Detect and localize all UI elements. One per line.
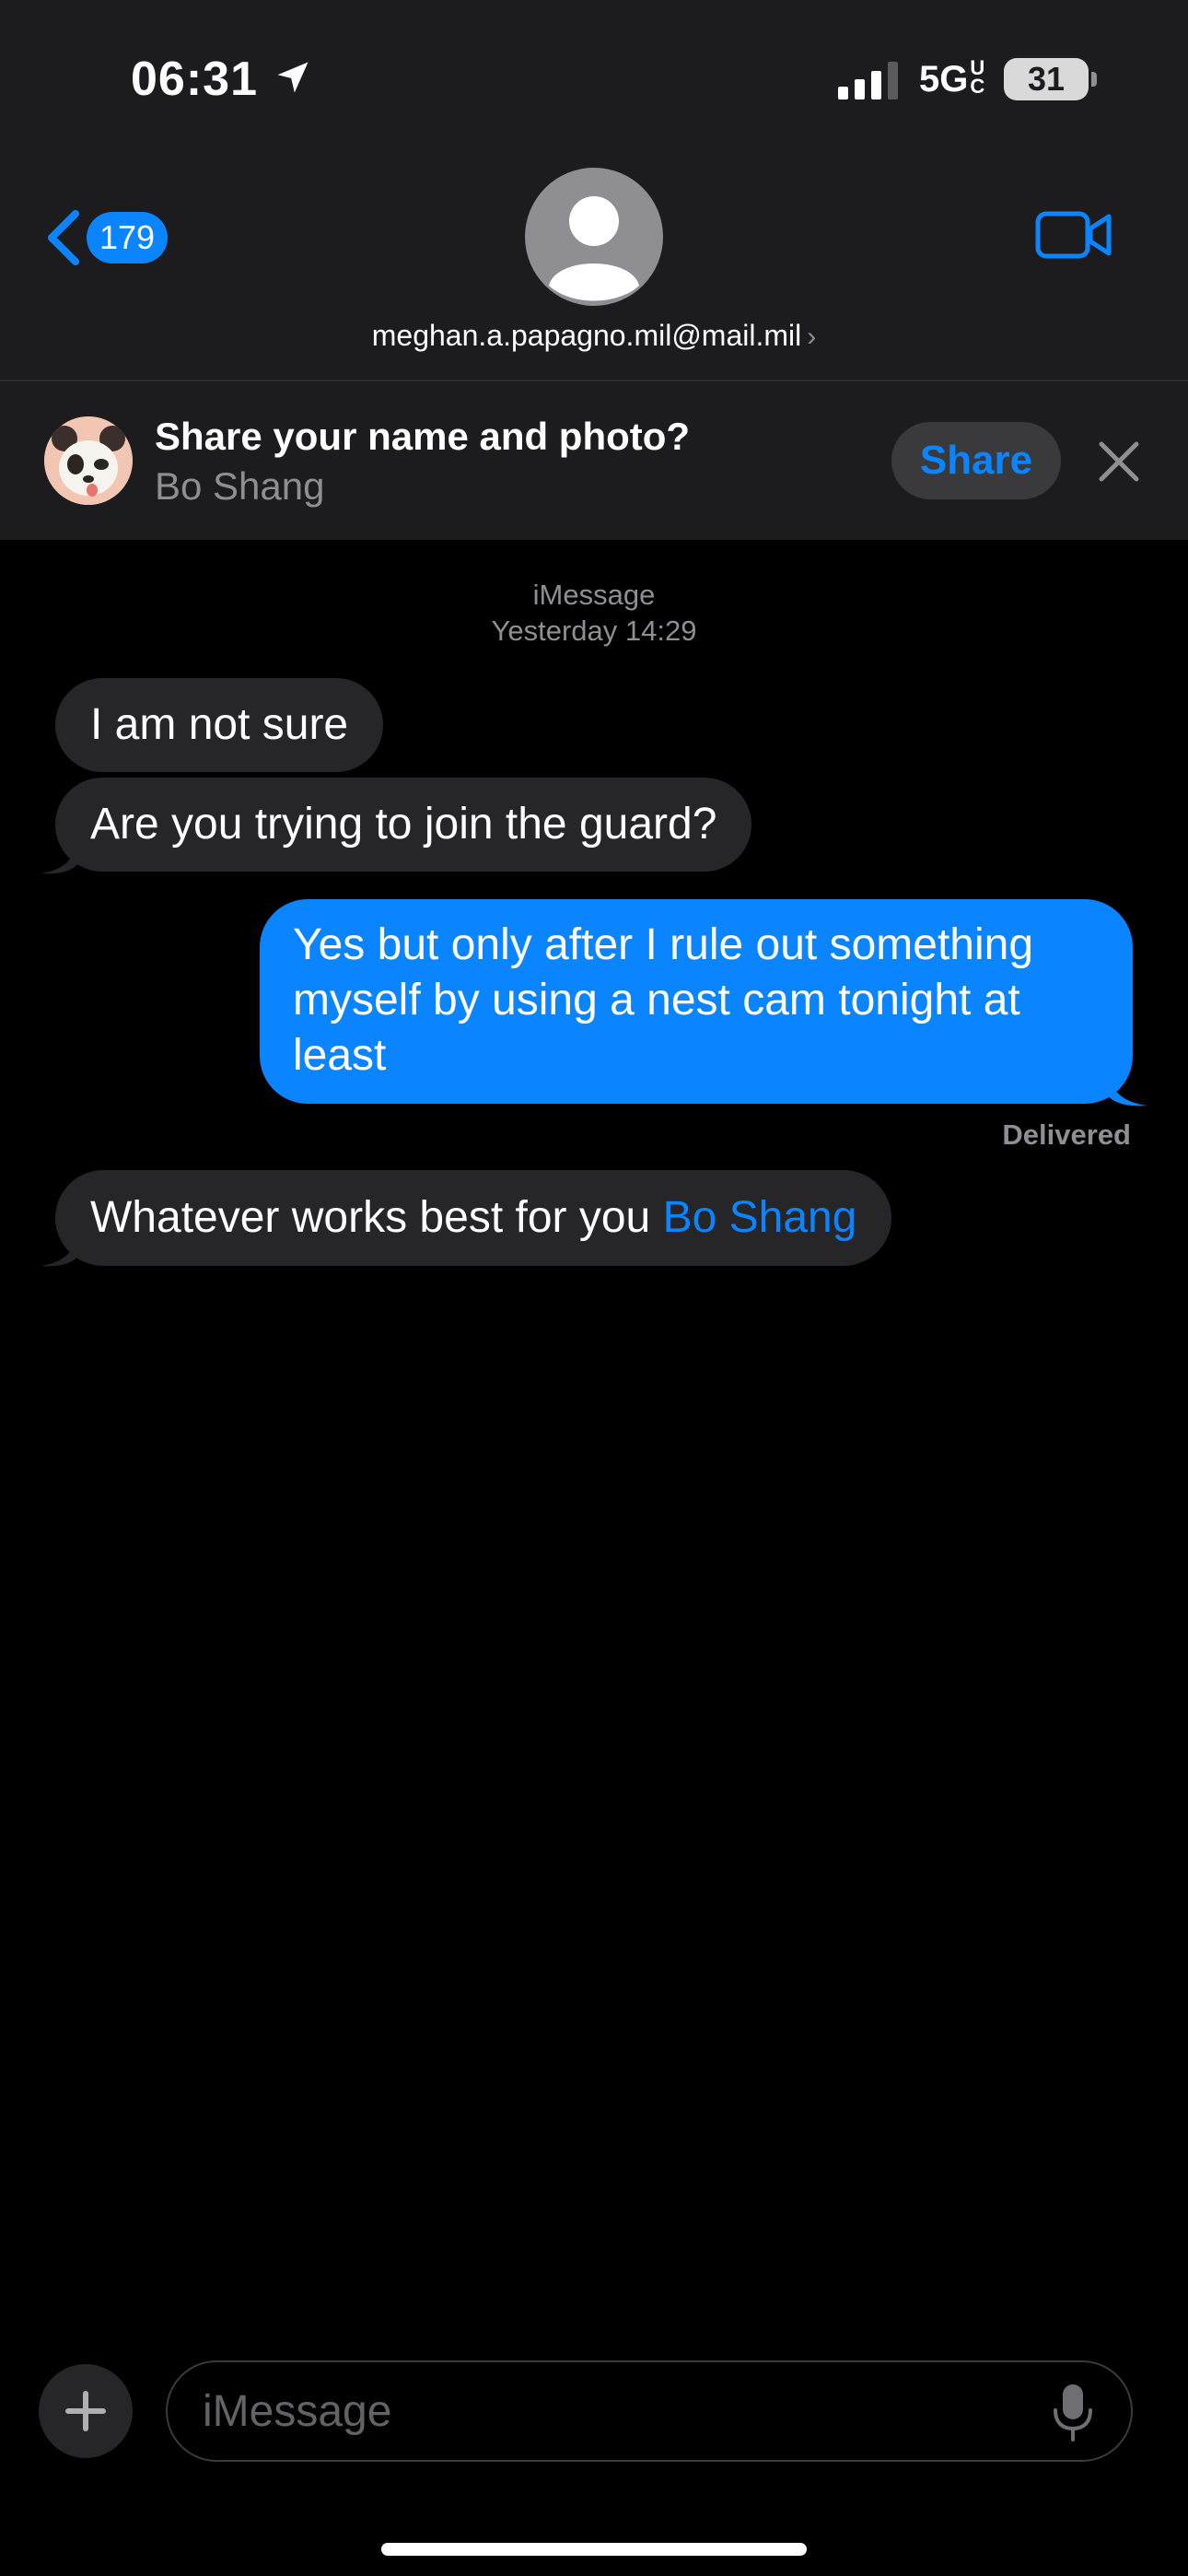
message-line: Yes but only after I rule out something (293, 920, 1034, 969)
signal-icon (838, 62, 898, 100)
close-icon[interactable] (1096, 439, 1142, 485)
message-input-placeholder: iMessage (203, 2387, 392, 2436)
message-bubble-incoming[interactable]: I am not sure (55, 678, 384, 772)
delivered-status: Delivered (1002, 1118, 1131, 1151)
battery-tip (1091, 72, 1097, 87)
contact-name[interactable]: meghan.a.papagno.mil@mail.mil › (0, 319, 1188, 353)
memoji-avatar (44, 416, 133, 505)
microphone-icon[interactable] (1050, 2383, 1096, 2443)
share-banner-title: Share your name and photo? (155, 415, 691, 458)
add-attachment-button[interactable] (39, 2364, 133, 2458)
back-chevron-icon[interactable] (44, 208, 81, 267)
service-label: iMessage (532, 579, 656, 611)
message-text: Whatever works best for you (90, 1193, 663, 1242)
message-bubble-outgoing[interactable]: Yes but only after I rule out something … (260, 899, 1133, 1104)
location-arrow-icon (277, 62, 309, 93)
person-icon (549, 196, 639, 301)
message-line: myself by using a nest cam tonight at (293, 976, 1020, 1025)
network-type: 5GUC (919, 56, 988, 100)
contact-chevron-icon: › (807, 322, 817, 352)
message-text: I am not sure (90, 700, 349, 749)
back-unread-badge[interactable]: 179 (87, 212, 168, 263)
thread-timestamp: Yesterday 14:29 (491, 615, 697, 647)
plus-icon (65, 2391, 106, 2431)
contact-address[interactable]: meghan.a.papagno.mil@mail.mil (372, 319, 801, 352)
mention-link[interactable]: Bo Shang (663, 1193, 857, 1242)
message-line: least (293, 1031, 387, 1080)
battery-level: 31 (1027, 60, 1066, 98)
contact-avatar[interactable] (525, 168, 663, 306)
network-sub: UC (970, 56, 985, 98)
message-bubble-incoming[interactable]: Are you trying to join the guard? (55, 778, 752, 872)
home-indicator[interactable] (381, 2543, 807, 2556)
message-text: Are you trying to join the guard? (90, 800, 717, 849)
video-camera-icon[interactable] (1035, 208, 1112, 262)
status-time: 06:31 (131, 53, 258, 106)
share-banner-name: Bo Shang (155, 464, 325, 508)
share-button[interactable]: Share (891, 422, 1061, 499)
message-bubble-incoming[interactable]: Whatever works best for you Bo Shang (55, 1170, 892, 1266)
